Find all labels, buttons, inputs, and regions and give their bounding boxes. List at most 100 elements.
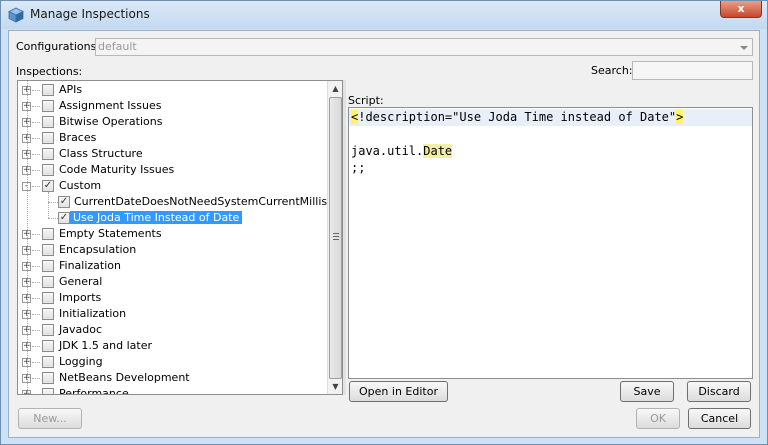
tree-item[interactable]: + NetBeans Development — [18, 370, 327, 386]
tree-connector — [32, 90, 40, 91]
scroll-down-icon[interactable]: ▼ — [328, 379, 343, 394]
tree-item-label: Class Structure — [59, 147, 143, 160]
tree-checkbox[interactable] — [42, 388, 54, 394]
tree-guide-line — [27, 81, 28, 394]
tree-item-label: Logging — [59, 355, 103, 368]
tree-checkbox[interactable] — [42, 164, 54, 176]
tree-connector — [32, 362, 40, 363]
inspections-tree: + APIs + Assignment Issues + Bitwise Operatio… — [18, 81, 327, 394]
close-button[interactable]: x — [720, 1, 762, 18]
tree-connector — [32, 106, 40, 107]
cancel-button[interactable]: Cancel — [688, 408, 751, 429]
tree-checkbox[interactable] — [42, 148, 54, 160]
inspections-tree-panel: + APIs + Assignment Issues + Bitwise Operatio… — [17, 80, 343, 395]
tree-item[interactable]: + Assignment Issues — [18, 98, 327, 114]
tree-item-label: Braces — [59, 131, 97, 144]
highlighted-token: Date — [423, 144, 453, 158]
tree-item-label: Initialization — [59, 307, 127, 320]
tree-checkbox[interactable] — [42, 228, 54, 240]
tree-connector — [32, 234, 40, 235]
tree-connector — [32, 250, 40, 251]
tree-item[interactable]: ✓ CurrentDateDoesNotNeedSystemCurrentMill… — [18, 194, 327, 210]
tree-connector — [32, 330, 40, 331]
tree-checkbox[interactable] — [42, 84, 54, 96]
tree-connector — [32, 186, 40, 187]
script-editor[interactable]: <!description="Use Joda Time instead of … — [348, 107, 753, 379]
ok-button[interactable]: OK — [636, 408, 680, 429]
tree-item[interactable]: + Class Structure — [18, 146, 327, 162]
tree-checkbox[interactable] — [42, 372, 54, 384]
tree-item[interactable]: + Initialization — [18, 306, 327, 322]
scrollbar-thumb[interactable] — [329, 97, 342, 379]
open-in-editor-button[interactable]: Open in Editor — [349, 381, 448, 402]
tree-connector — [32, 138, 40, 139]
window-title: Manage Inspections — [30, 7, 150, 21]
code-line-1: <!description="Use Joda Time instead of … — [349, 109, 752, 126]
tree-checkbox[interactable]: ✓ — [58, 196, 70, 208]
tree-item-label: Custom — [59, 179, 102, 192]
tree-item-label: Code Maturity Issues — [59, 163, 175, 176]
tree-checkbox[interactable]: ✓ — [58, 212, 70, 224]
tree-item[interactable]: + Encapsulation — [18, 242, 327, 258]
tree-item-label: APIs — [59, 83, 83, 96]
tree-vertical-scrollbar[interactable]: ▲ ▼ — [327, 81, 342, 394]
tree-connector — [48, 202, 58, 203]
tree-checkbox[interactable]: ✓ — [42, 180, 54, 192]
tree-item-label: CurrentDateDoesNotNeedSystemCurrentMilli… — [74, 195, 327, 208]
tree-connector — [48, 218, 58, 219]
tree-item[interactable]: - ✓ Custom — [18, 178, 327, 194]
split-pane-divider[interactable] — [343, 80, 346, 395]
tree-item[interactable]: + APIs — [18, 82, 327, 98]
tree-checkbox[interactable] — [42, 324, 54, 336]
tree-item[interactable]: + Empty Statements — [18, 226, 327, 242]
tree-item[interactable]: + General — [18, 274, 327, 290]
bracket-match-close: > — [676, 110, 684, 124]
search-input[interactable] — [632, 61, 753, 80]
tree-item[interactable]: + JDK 1.5 and later — [18, 338, 327, 354]
netbeans-cube-icon — [8, 7, 24, 23]
tree-connector — [32, 170, 40, 171]
search-label: Search: — [591, 64, 633, 77]
tree-guide-line — [48, 192, 49, 218]
tree-checkbox[interactable] — [42, 132, 54, 144]
tree-item-label: Javadoc — [59, 323, 102, 336]
tree-item-label: Empty Statements — [59, 227, 162, 240]
configurations-combo[interactable]: default — [95, 38, 753, 56]
tree-checkbox[interactable] — [42, 116, 54, 128]
tree-item-label: Imports — [59, 291, 102, 304]
code-line-3: java.util.Date — [351, 144, 453, 158]
tree-connector — [32, 314, 40, 315]
tree-item[interactable]: + Code Maturity Issues — [18, 162, 327, 178]
scroll-up-icon[interactable]: ▲ — [328, 81, 343, 96]
tree-checkbox[interactable] — [42, 244, 54, 256]
tree-checkbox[interactable] — [42, 276, 54, 288]
tree-checkbox[interactable] — [42, 340, 54, 352]
tree-item[interactable]: + Performance — [18, 386, 327, 394]
tree-item[interactable]: + Logging — [18, 354, 327, 370]
discard-button[interactable]: Discard — [687, 381, 751, 402]
tree-item[interactable]: + Braces — [18, 130, 327, 146]
tree-connector — [32, 378, 40, 379]
tree-checkbox[interactable] — [42, 308, 54, 320]
tree-connector — [32, 154, 40, 155]
tree-connector — [32, 346, 40, 347]
tree-item-label: Performance — [59, 387, 129, 394]
tree-item[interactable]: + Bitwise Operations — [18, 114, 327, 130]
tree-checkbox[interactable] — [42, 100, 54, 112]
new-button[interactable]: New... — [18, 408, 82, 429]
tree-checkbox[interactable] — [42, 356, 54, 368]
script-label: Script: — [348, 94, 384, 107]
tree-item-label: Assignment Issues — [59, 99, 162, 112]
save-button[interactable]: Save — [620, 381, 674, 402]
title-bar[interactable]: Manage Inspections x — [1, 1, 767, 29]
tree-item[interactable]: ✓ Use Joda Time Instead of Date — [18, 210, 327, 226]
tree-item[interactable]: + Javadoc — [18, 322, 327, 338]
tree-item-label: Encapsulation — [59, 243, 137, 256]
tree-checkbox[interactable] — [42, 260, 54, 272]
tree-item[interactable]: + Finalization — [18, 258, 327, 274]
chevron-down-icon — [740, 46, 748, 50]
tree-checkbox[interactable] — [42, 292, 54, 304]
tree-connector — [32, 298, 40, 299]
tree-connector — [32, 282, 40, 283]
tree-item[interactable]: + Imports — [18, 290, 327, 306]
